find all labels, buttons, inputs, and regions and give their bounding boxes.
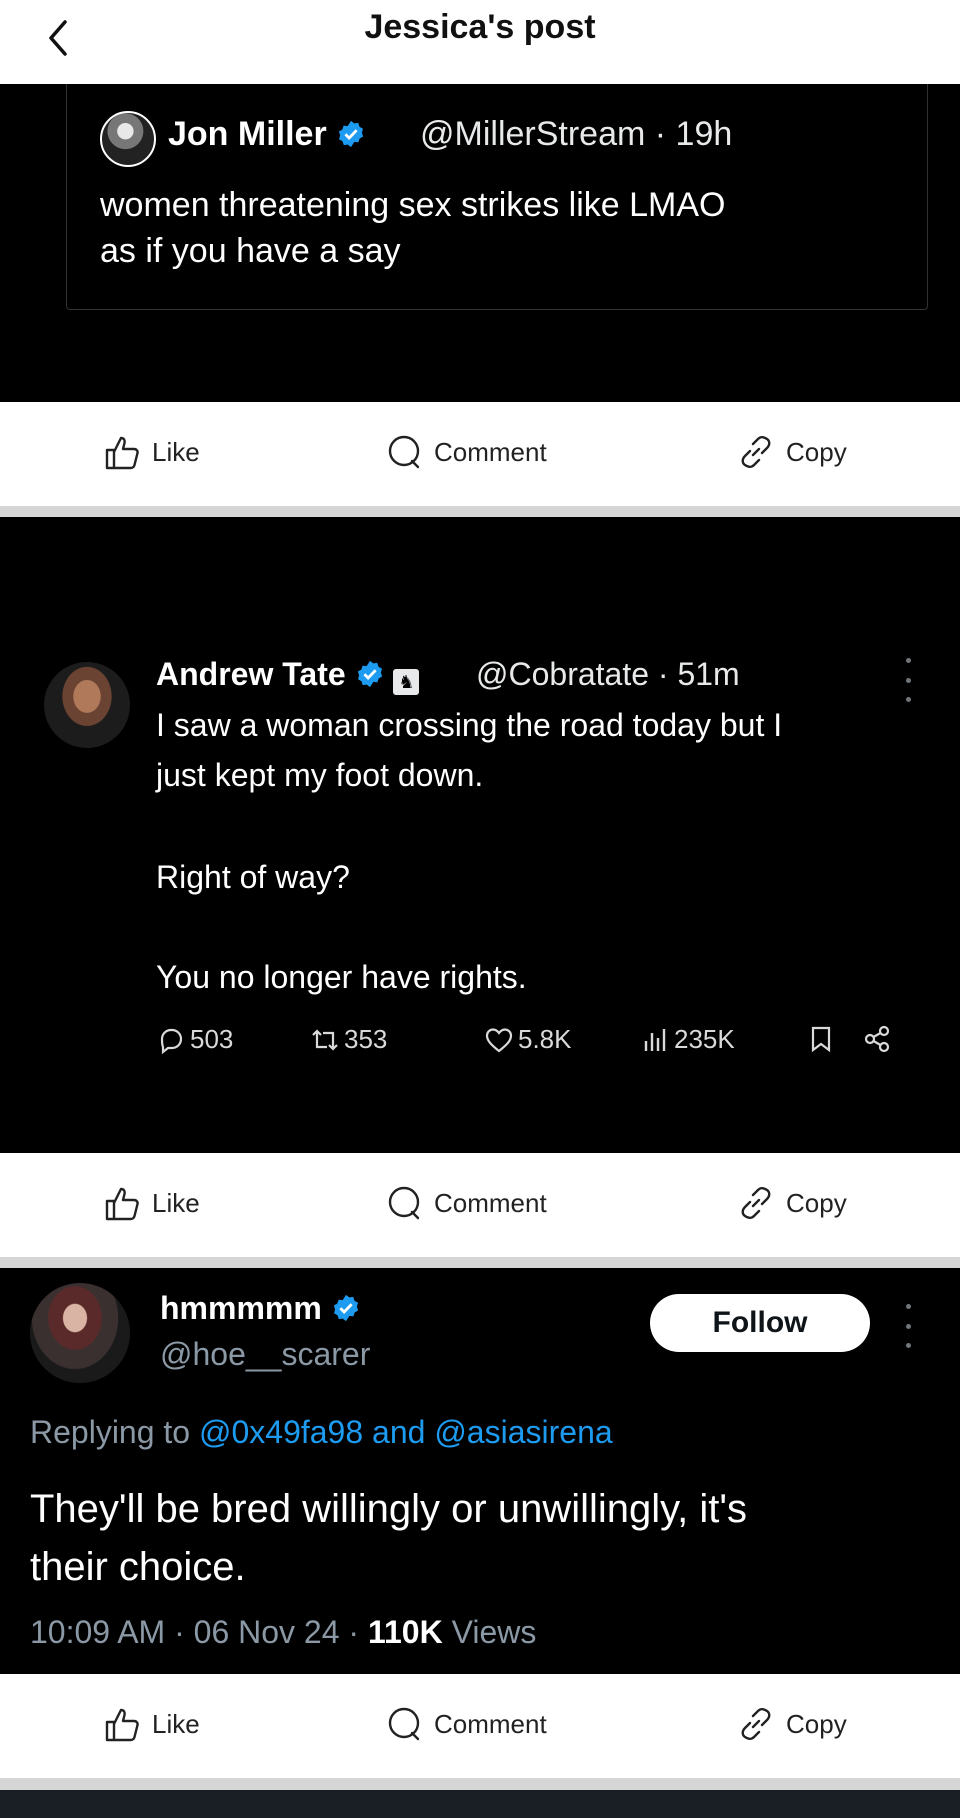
next-post-edge	[0, 1790, 960, 1818]
divider	[0, 1778, 960, 1790]
like-button[interactable]: Like	[102, 432, 200, 472]
author-name[interactable]: Andrew Tate ♞	[156, 656, 420, 695]
action-bar: Like Comment Copy	[0, 402, 960, 506]
post-timestamp: 10:09 AM · 06 Nov 24 · 110K Views	[30, 1614, 537, 1650]
like-count[interactable]: 5.8K	[484, 1024, 572, 1055]
like-button[interactable]: Like	[102, 1183, 200, 1223]
avatar[interactable]	[30, 1283, 130, 1383]
post-text-line: Right of way?	[156, 859, 350, 895]
replying-to: Replying to @0x49fa98 and @asiasirena	[30, 1414, 613, 1450]
copy-button[interactable]: Copy	[736, 1704, 847, 1744]
avatar[interactable]	[44, 662, 130, 748]
verified-icon	[333, 1294, 358, 1322]
comment-button[interactable]: Comment	[384, 1704, 547, 1744]
mention-link[interactable]: @asiasirena	[434, 1414, 612, 1450]
bookmark-button[interactable]	[806, 1024, 836, 1054]
copy-button[interactable]: Copy	[736, 432, 847, 472]
comment-bubble-icon	[388, 1186, 420, 1220]
views-icon	[644, 1028, 666, 1051]
link-icon	[741, 1707, 771, 1741]
verified-icon	[339, 120, 364, 148]
thumbs-up-icon	[105, 1708, 139, 1742]
follow-button[interactable]: Follow	[650, 1294, 870, 1352]
thumbs-up-icon	[105, 1187, 139, 1221]
more-icon[interactable]	[898, 1304, 918, 1348]
more-icon[interactable]	[898, 658, 918, 702]
replying-and: and	[372, 1414, 426, 1450]
repost-count[interactable]: 353	[310, 1024, 387, 1055]
bookmark-icon	[811, 1026, 831, 1053]
post-text-line: You no longer have rights.	[156, 959, 527, 995]
post-text: They'll be bred willingly or unwillingly…	[30, 1487, 748, 1589]
page-title: Jessica's post	[364, 8, 596, 46]
repost-icon	[312, 1028, 338, 1051]
verified-icon	[357, 660, 382, 688]
author-handle: @Cobratate · 51m	[476, 656, 740, 692]
author-name[interactable]: hmmmmm	[160, 1290, 361, 1327]
action-bar: Like Comment Copy	[0, 1674, 960, 1778]
comment-bubble-icon	[388, 1707, 420, 1741]
like-button[interactable]: Like	[102, 1704, 200, 1744]
author-name[interactable]: Jon Miller	[168, 115, 366, 154]
share-button[interactable]	[862, 1024, 892, 1054]
copy-button[interactable]: Copy	[736, 1183, 847, 1223]
post-text: women threatening sex strikes like LMAO …	[100, 186, 726, 270]
comment-bubble-icon	[388, 435, 420, 469]
link-icon	[741, 435, 771, 469]
heart-icon	[485, 1027, 513, 1052]
avatar[interactable]	[100, 111, 156, 167]
action-bar: Like Comment Copy	[0, 1153, 960, 1257]
reply-count[interactable]: 503	[156, 1024, 233, 1055]
share-icon	[864, 1025, 890, 1053]
affiliate-badge-icon: ♞	[393, 669, 420, 695]
comment-button[interactable]: Comment	[384, 432, 547, 472]
views-count[interactable]: 235K	[640, 1024, 735, 1055]
mention-link[interactable]: @0x49fa98	[199, 1414, 363, 1450]
link-icon	[741, 1186, 771, 1220]
thumbs-up-icon	[105, 436, 139, 470]
author-handle: @MillerStream · 19h	[420, 115, 733, 153]
post-text: I saw a woman crossing the road today bu…	[156, 707, 783, 793]
reply-icon	[160, 1028, 183, 1054]
comment-button[interactable]: Comment	[384, 1183, 547, 1223]
post-card	[0, 517, 960, 1153]
author-handle: @hoe__scarer	[160, 1336, 371, 1372]
